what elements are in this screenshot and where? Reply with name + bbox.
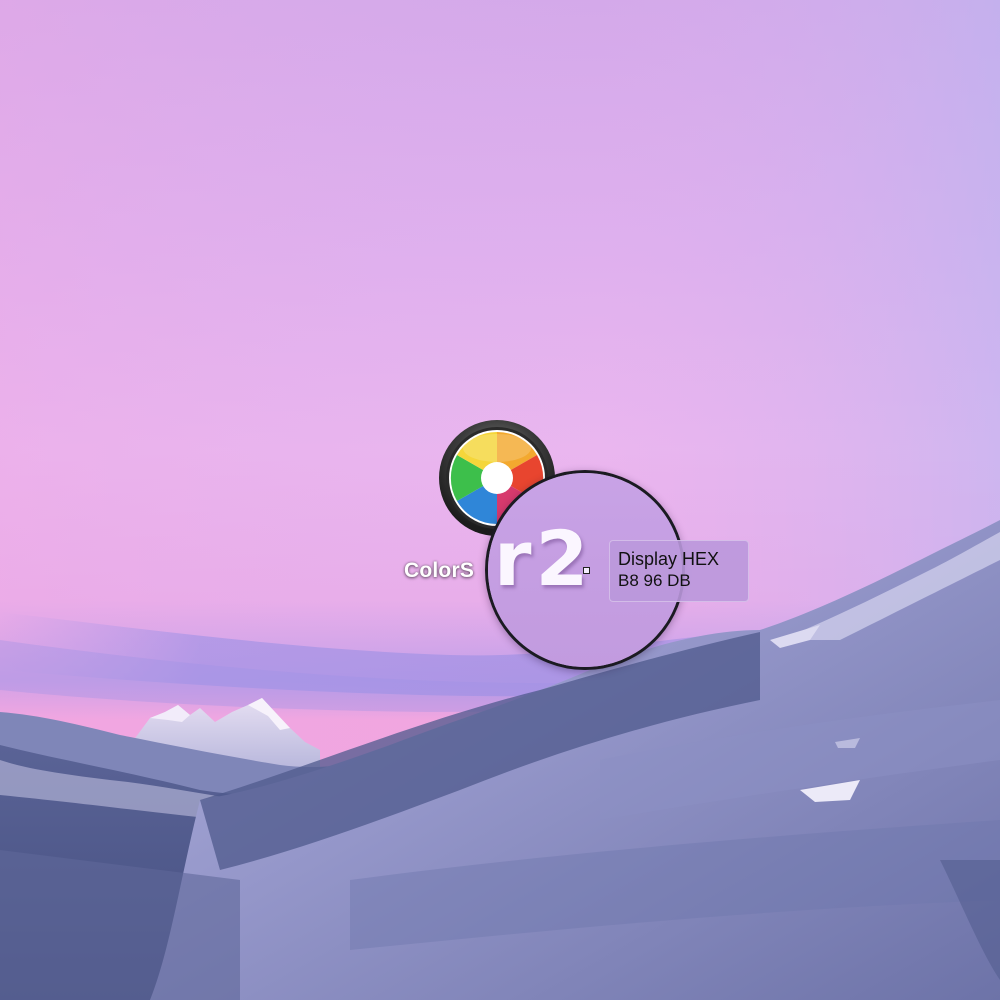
hex-color-tooltip: Display HEX B8 96 DB [609, 540, 749, 602]
hex-format-label: Display HEX [618, 549, 720, 569]
crosshair-icon [583, 567, 590, 574]
hex-color-value: B8 96 DB [618, 571, 691, 590]
app-label[interactable]: ColorS [404, 559, 474, 583]
magnified-text: r2 [494, 514, 593, 603]
